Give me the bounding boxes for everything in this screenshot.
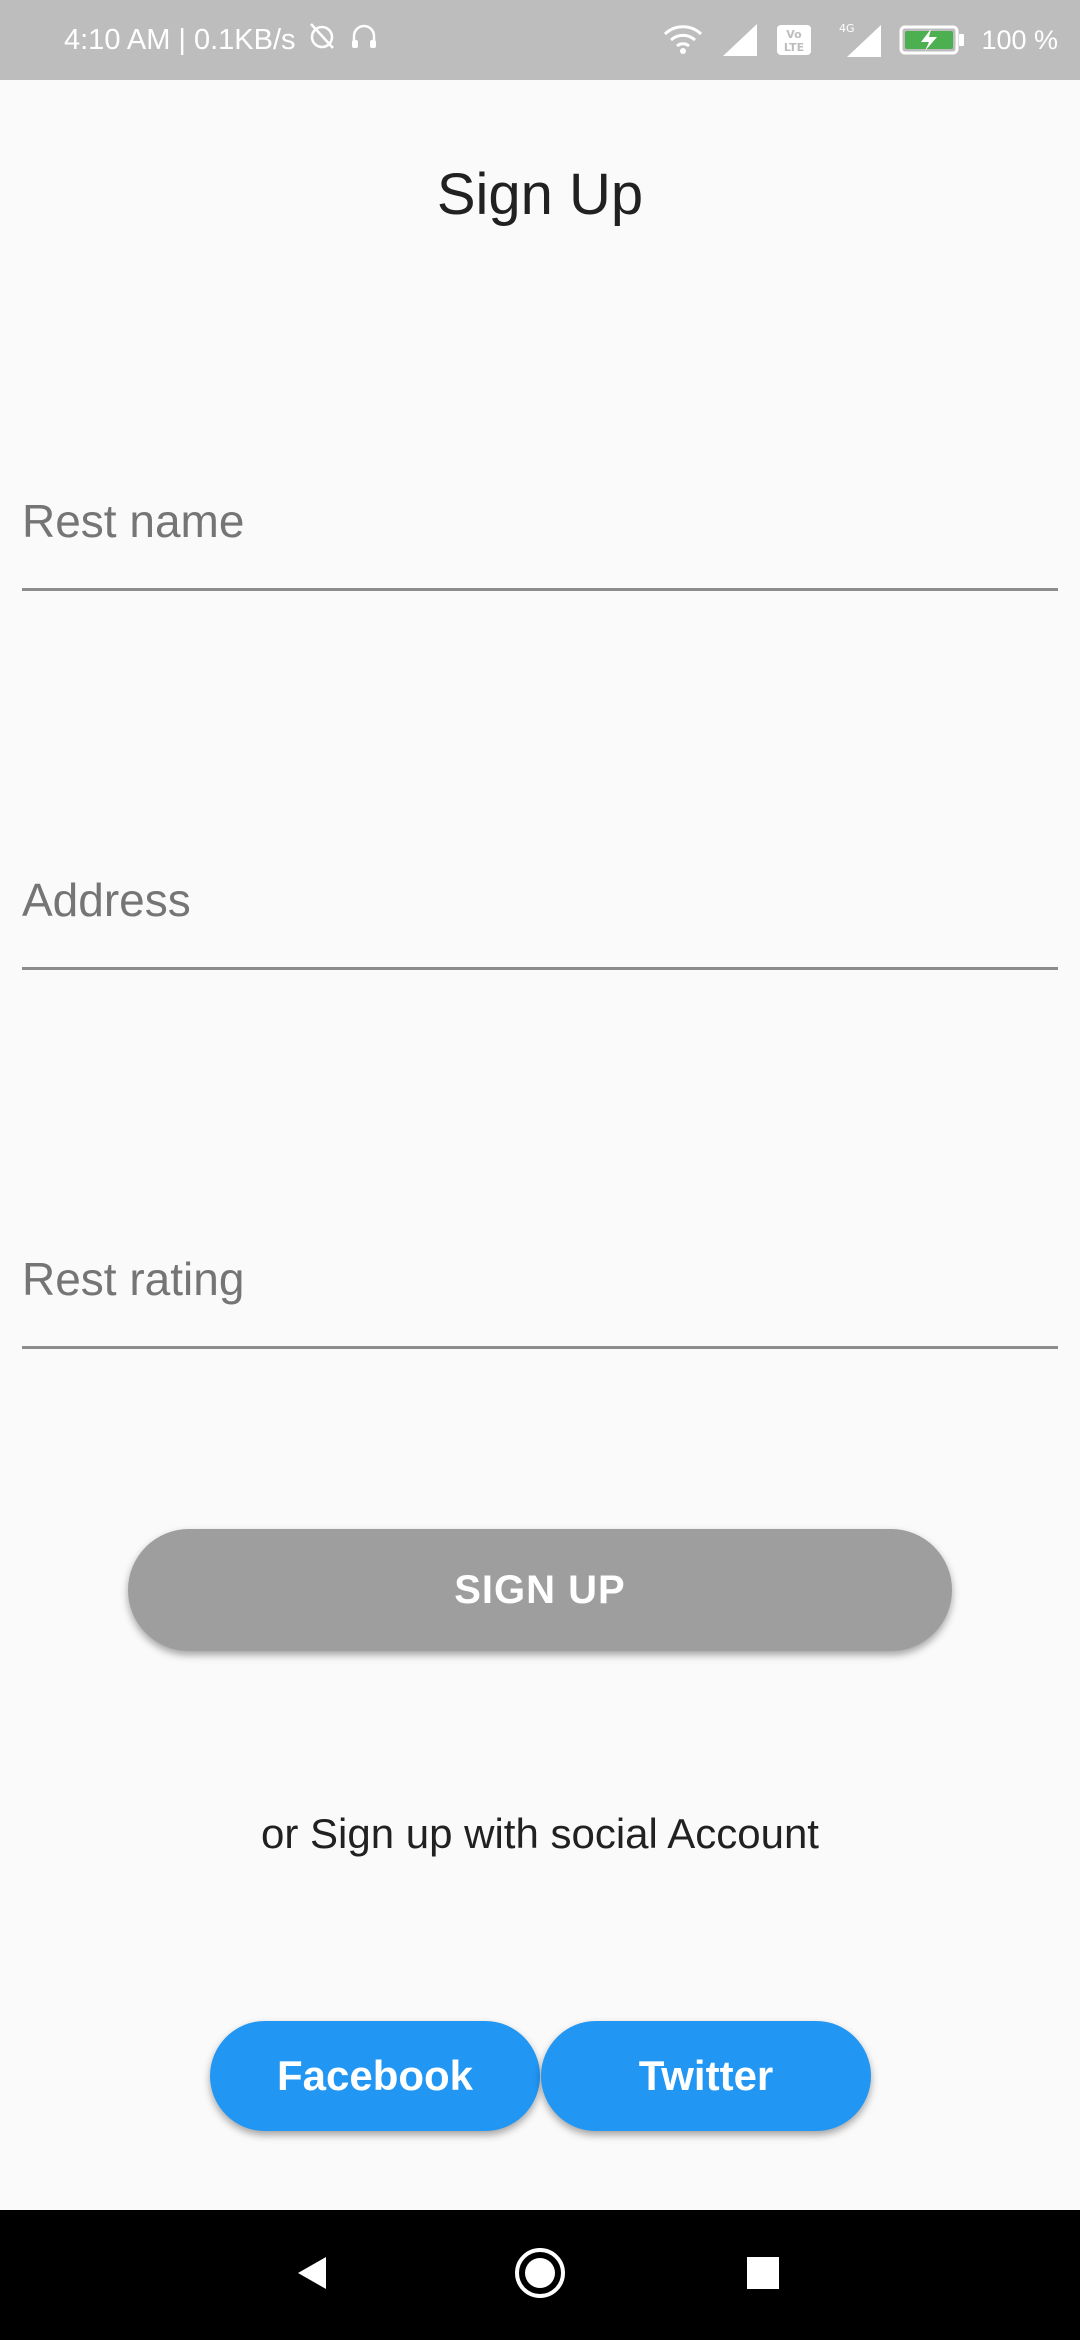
status-time: 4:10 AM [64, 23, 171, 56]
network-speed: 0.1KB/s [193, 23, 296, 56]
facebook-button[interactable]: Facebook [210, 2021, 540, 2131]
rest-name-field[interactable] [22, 481, 1058, 591]
sign-up-button[interactable]: SIGN UP [128, 1529, 952, 1651]
twitter-button-label: Twitter [638, 2052, 774, 2099]
rest-rating-field[interactable] [22, 1239, 1058, 1349]
status-bar-right: Vo LTE 4G 100 % [663, 0, 1058, 80]
status-separator: | [178, 23, 186, 56]
address-field[interactable] [22, 860, 1058, 970]
svg-text:LTE: LTE [784, 41, 804, 54]
headset-icon [348, 20, 380, 60]
facebook-button-label: Facebook [276, 2052, 474, 2099]
address-input[interactable] [22, 873, 1058, 927]
svg-text:4G: 4G [839, 22, 855, 35]
alarm-off-icon [306, 20, 338, 60]
status-bar-left: 4:10 AM | 0.1KB/s [64, 0, 380, 80]
4g-signal-icon: 4G [829, 21, 883, 59]
rest-name-input[interactable] [22, 494, 1058, 548]
home-button[interactable] [480, 2210, 600, 2340]
sign-up-button-label: SIGN UP [454, 1567, 626, 1612]
home-icon [512, 2245, 568, 2306]
back-icon [294, 2253, 330, 2298]
battery-charging-icon [899, 23, 965, 57]
svg-text:Vo: Vo [787, 28, 803, 41]
twitter-button[interactable]: Twitter [541, 2021, 871, 2131]
social-signup-text: or Sign up with social Account [261, 1810, 819, 1857]
recents-button[interactable] [703, 2210, 823, 2340]
status-bar: 4:10 AM | 0.1KB/s Vo LTE 4G 100 % [0, 0, 1080, 80]
recents-icon [745, 2255, 781, 2296]
wifi-icon [663, 24, 703, 56]
battery-percent: 100 % [981, 24, 1058, 55]
navigation-bar [0, 2210, 1080, 2340]
rest-rating-input[interactable] [22, 1252, 1058, 1306]
signal-icon [719, 22, 759, 58]
page-title: Sign Up [436, 162, 644, 227]
volte-icon: Vo LTE [775, 22, 813, 58]
back-button[interactable] [252, 2210, 372, 2340]
